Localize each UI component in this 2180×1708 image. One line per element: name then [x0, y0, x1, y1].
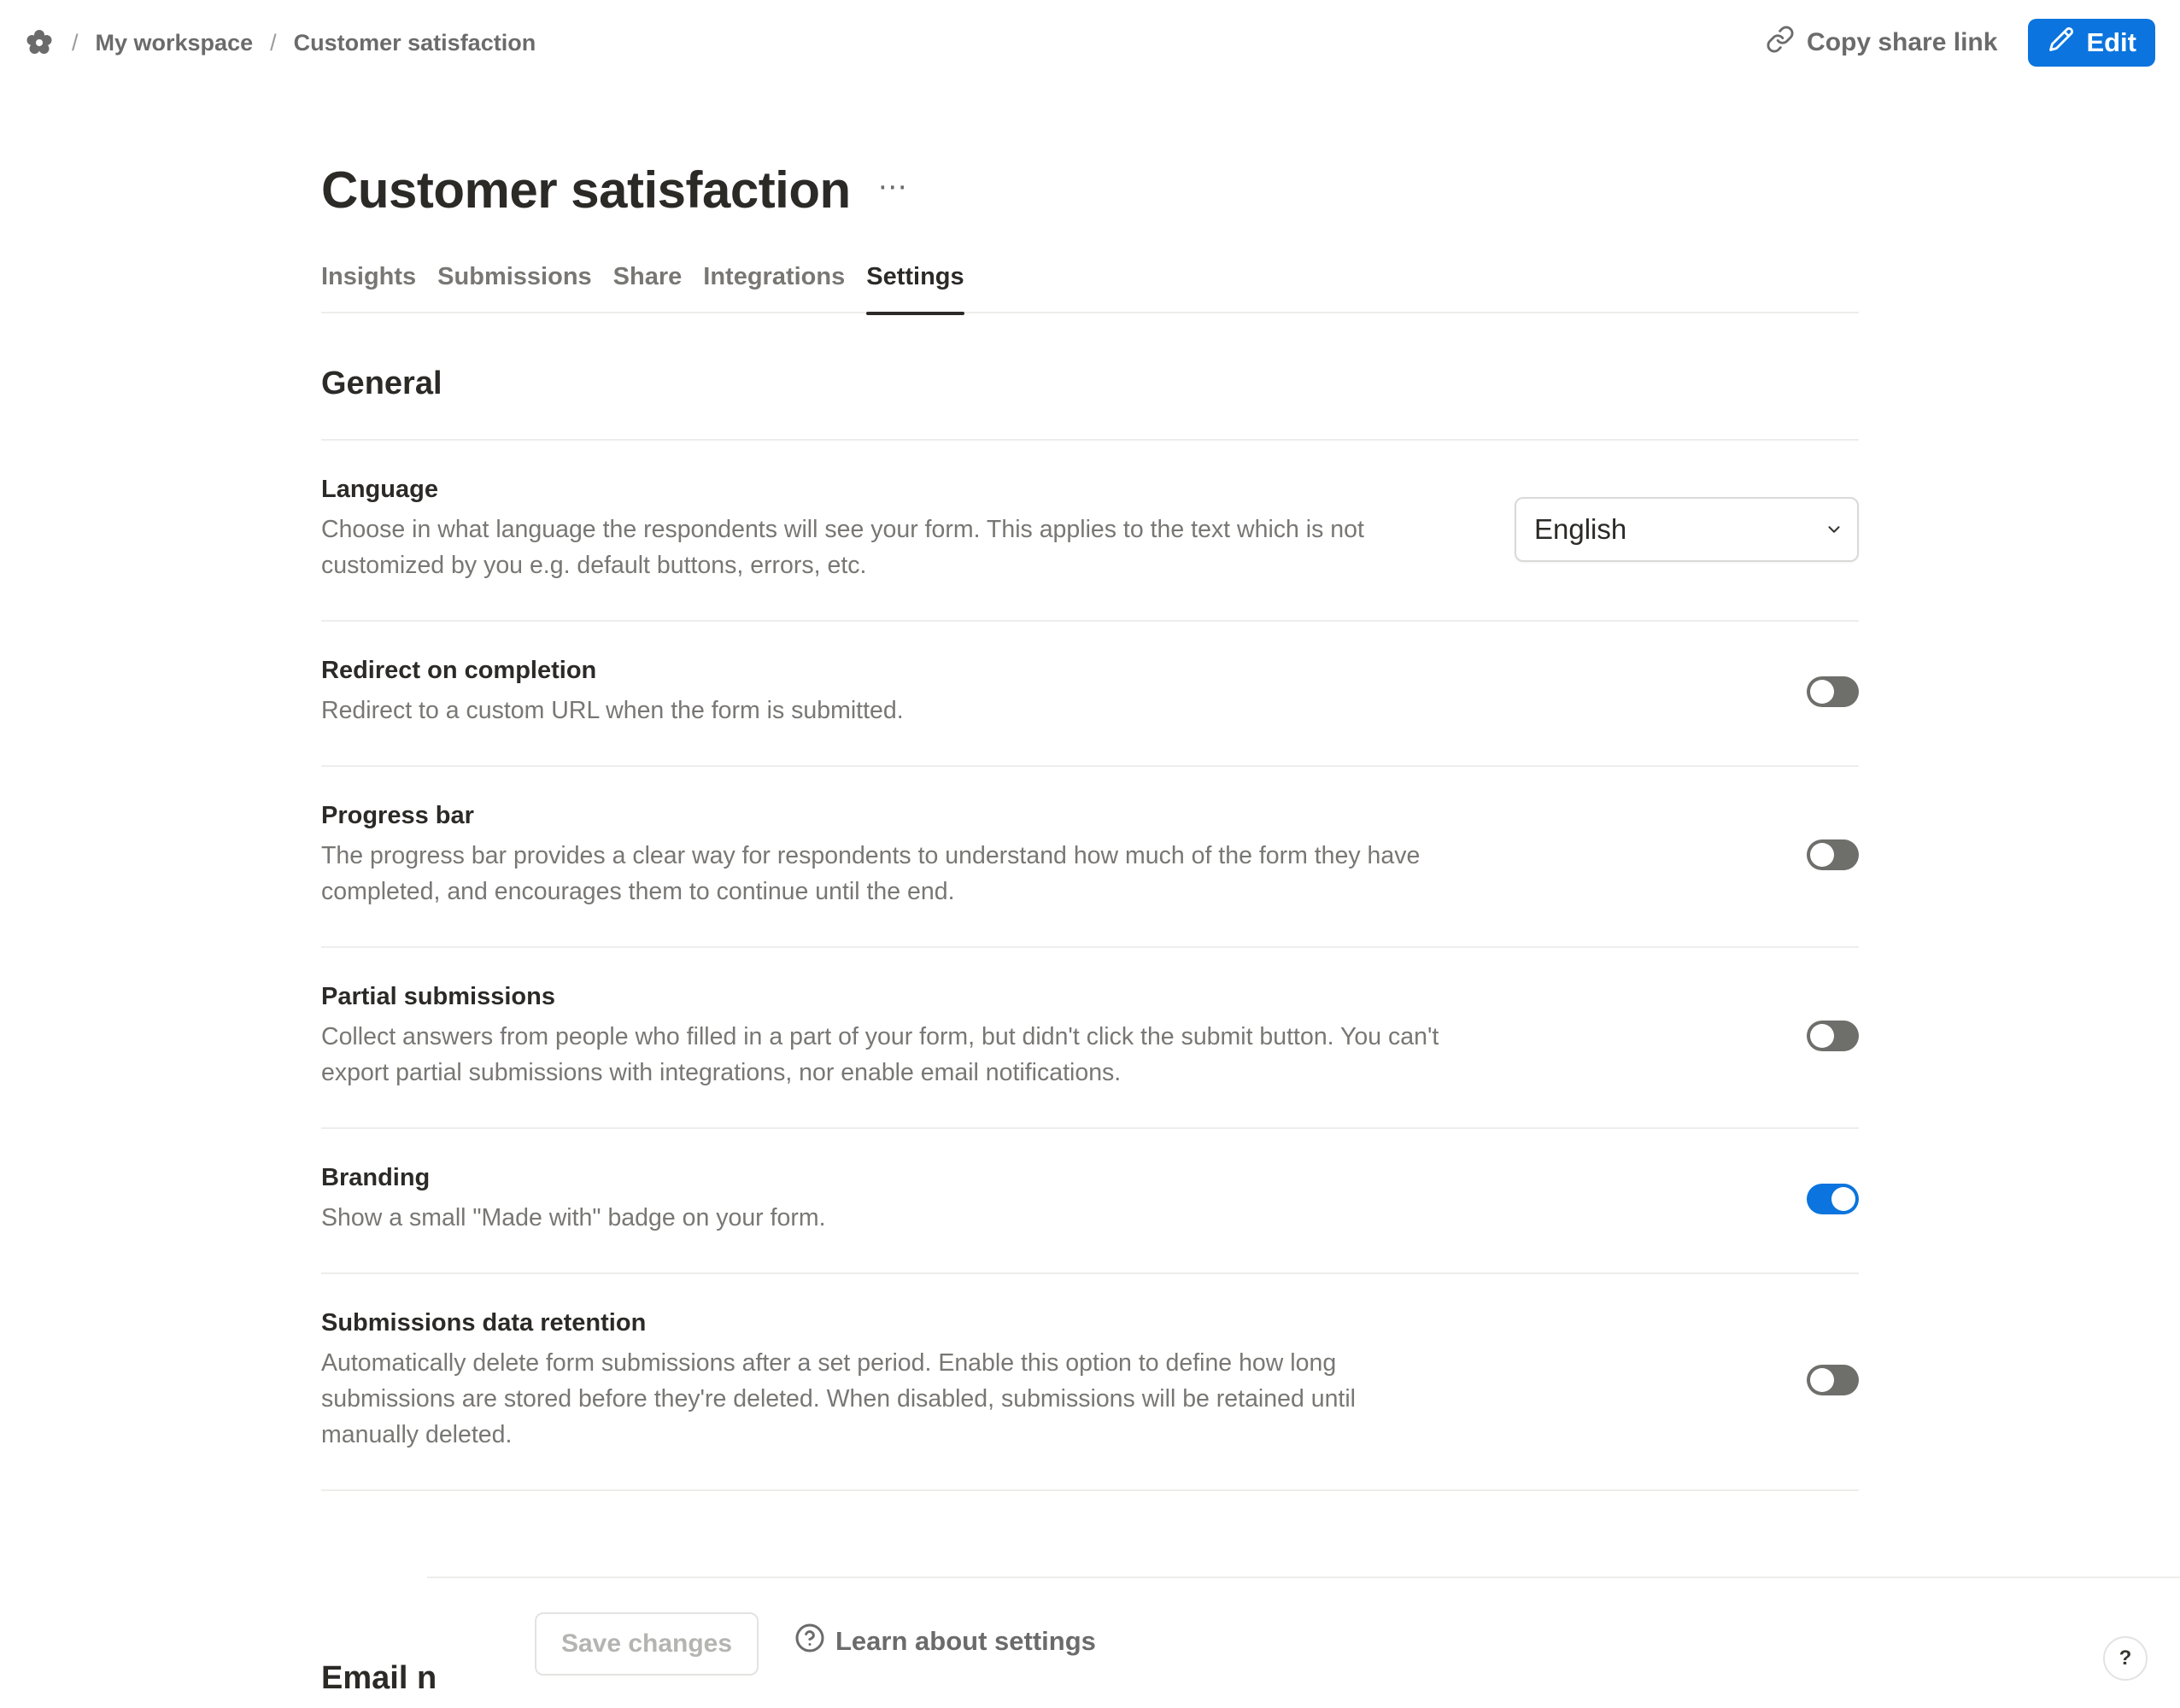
- breadcrumb-separator: /: [72, 29, 79, 56]
- setting-partial-submissions: Partial submissions Collect answers from…: [321, 948, 1859, 1129]
- partial-submissions-toggle[interactable]: [1807, 1021, 1859, 1051]
- data-retention-toggle[interactable]: [1807, 1365, 1859, 1395]
- top-bar: / My workspace / Customer satisfaction C…: [0, 0, 2180, 85]
- progress-bar-toggle[interactable]: [1807, 839, 1859, 870]
- toggle-knob: [1810, 1024, 1834, 1048]
- footer-divider: [427, 1576, 2180, 1578]
- tab-submissions[interactable]: Submissions: [437, 254, 592, 313]
- tab-integrations[interactable]: Integrations: [703, 254, 845, 313]
- setting-description: Collect answers from people who filled i…: [321, 1023, 1439, 1086]
- tab-share[interactable]: Share: [613, 254, 683, 313]
- form-settings-page: / My workspace / Customer satisfaction C…: [0, 0, 2180, 1708]
- setting-branding: Branding Show a small "Made with" badge …: [321, 1129, 1859, 1274]
- header-actions: Copy share link Edit: [1766, 19, 2155, 67]
- tab-bar: Insights Submissions Share Integrations …: [321, 254, 1859, 315]
- chevron-down-icon: [1825, 513, 1843, 546]
- setting-label: Branding: [321, 1164, 431, 1191]
- tab-settings[interactable]: Settings: [866, 254, 965, 315]
- section-title-general: General: [321, 366, 442, 401]
- setting-description: Show a small "Made with" badge on your f…: [321, 1204, 826, 1231]
- edit-label: Edit: [2086, 27, 2136, 57]
- copy-share-link-label: Copy share link: [1807, 28, 1998, 56]
- toggle-knob: [1810, 843, 1834, 867]
- setting-label: Progress bar: [321, 802, 474, 829]
- toggle-knob: [1810, 1368, 1834, 1392]
- branding-toggle[interactable]: [1807, 1184, 1859, 1214]
- setting-label: Language: [321, 476, 438, 503]
- pencil-icon: [2048, 26, 2074, 59]
- setting-description: Choose in what language the respondents …: [321, 516, 1364, 579]
- title-row: Customer satisfaction ⋯: [321, 161, 909, 219]
- tab-insights[interactable]: Insights: [321, 254, 416, 313]
- setting-description: Automatically delete form submissions af…: [321, 1349, 1356, 1448]
- breadcrumb: / My workspace / Customer satisfaction: [24, 27, 536, 58]
- language-select[interactable]: English: [1515, 497, 1859, 562]
- setting-submissions-data-retention: Submissions data retention Automatically…: [321, 1274, 1859, 1491]
- setting-redirect-on-completion: Redirect on completion Redirect to a cus…: [321, 622, 1859, 767]
- help-button[interactable]: ?: [2103, 1636, 2148, 1681]
- toggle-knob: [1810, 680, 1834, 704]
- setting-progress-bar: Progress bar The progress bar provides a…: [321, 767, 1859, 948]
- setting-language: Language Choose in what language the res…: [321, 441, 1859, 622]
- language-select-value: English: [1534, 513, 1627, 545]
- learn-about-settings-link[interactable]: Learn about settings: [794, 1623, 1096, 1660]
- breadcrumb-workspace-link[interactable]: My workspace: [96, 30, 254, 56]
- setting-description: The progress bar provides a clear way fo…: [321, 842, 1421, 905]
- redirect-toggle[interactable]: [1807, 676, 1859, 707]
- setting-label: Partial submissions: [321, 983, 555, 1010]
- section-title-email: Email n: [321, 1660, 437, 1696]
- setting-description: Redirect to a custom URL when the form i…: [321, 697, 904, 724]
- setting-label: Redirect on completion: [321, 657, 597, 684]
- setting-label: Submissions data retention: [321, 1309, 647, 1337]
- flower-logo-icon[interactable]: [24, 27, 55, 58]
- link-icon: [1766, 25, 1795, 61]
- more-options-icon[interactable]: ⋯: [878, 170, 909, 204]
- breadcrumb-separator: /: [270, 29, 277, 56]
- edit-button[interactable]: Edit: [2028, 19, 2155, 67]
- help-circle-icon: [794, 1623, 825, 1660]
- breadcrumb-current-page[interactable]: Customer satisfaction: [294, 30, 536, 56]
- copy-share-link-button[interactable]: Copy share link: [1766, 25, 1997, 61]
- save-changes-button[interactable]: Save changes: [535, 1612, 759, 1676]
- page-title: Customer satisfaction: [321, 161, 851, 219]
- toggle-knob: [1831, 1187, 1855, 1211]
- learn-about-settings-label: Learn about settings: [835, 1626, 1096, 1656]
